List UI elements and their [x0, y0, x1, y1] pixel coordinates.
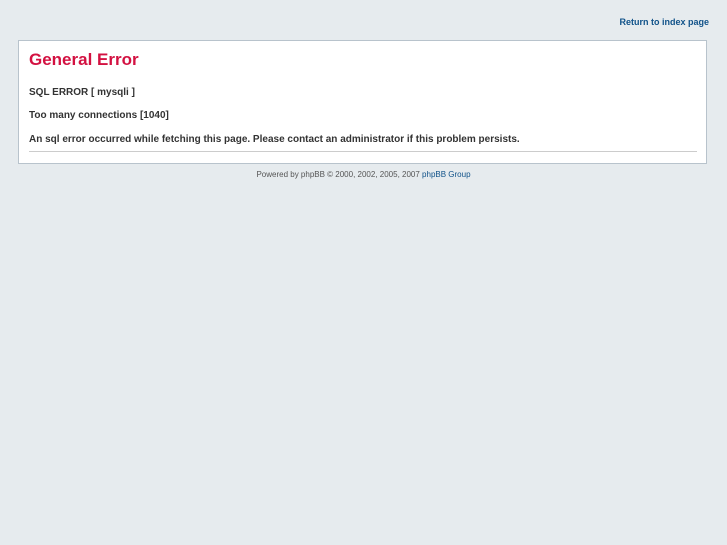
footer: Powered by phpBB © 2000, 2002, 2005, 200…	[0, 170, 727, 180]
error-panel: General Error SQL ERROR [ mysqli ] Too m…	[18, 40, 707, 164]
powered-by-text: Powered by phpBB © 2000, 2002, 2005, 200…	[256, 170, 420, 179]
error-message-text: An sql error occurred while fetching thi…	[29, 134, 520, 145]
return-to-index-link[interactable]: Return to index page	[619, 17, 709, 27]
error-title: General Error	[29, 50, 139, 69]
error-page: Return to index page General Error SQL E…	[0, 0, 727, 545]
sql-error-text: SQL ERROR [ mysqli ]	[29, 87, 135, 98]
panel-divider	[29, 151, 697, 152]
phpbb-group-link[interactable]: phpBB Group	[422, 170, 470, 179]
connection-error-text: Too many connections [1040]	[29, 110, 169, 121]
